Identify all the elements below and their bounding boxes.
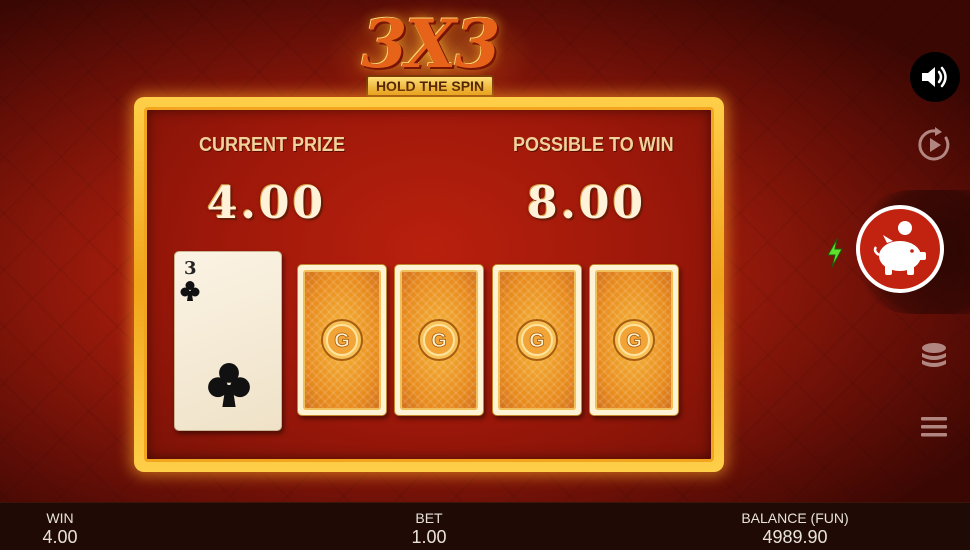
revealed-card: 3 <box>174 251 282 431</box>
balance-label: BALANCE (FUN) <box>741 510 849 526</box>
game-logo: 3X3 HOLD THE SPIN <box>325 0 535 110</box>
menu-button[interactable] <box>917 410 951 444</box>
g-emblem-icon: G <box>321 319 363 361</box>
g-emblem-letter: G <box>529 330 545 352</box>
piggy-bank-button[interactable] <box>856 205 944 293</box>
bet-value: 1.00 <box>411 527 447 547</box>
lightning-icon <box>827 238 843 268</box>
win-label: WIN <box>46 510 74 526</box>
face-down-card[interactable]: G <box>297 264 387 416</box>
chip-stack-icon <box>922 343 946 367</box>
win-stat: WIN 4.00 <box>20 510 100 548</box>
prize-panel: CURRENT PRIZE 4.00 POSSIBLE TO WIN 8.00 … <box>144 107 714 462</box>
club-suit-large-icon <box>208 363 250 407</box>
logo-subtitle: HOLD THE SPIN <box>365 75 495 97</box>
bet-chips-button[interactable] <box>917 340 951 374</box>
balance-stat: BALANCE (FUN) 4989.90 <box>730 510 860 548</box>
bet-label: BET <box>415 510 443 526</box>
possible-to-win-label: POSSIBLE TO WIN <box>513 134 674 156</box>
current-prize-label: CURRENT PRIZE <box>199 134 346 156</box>
bottom-status-bar: WIN 4.00 BET 1.00 BALANCE (FUN) 4989.90 <box>0 502 970 550</box>
g-emblem-letter: G <box>626 330 642 352</box>
g-emblem-letter: G <box>334 330 350 352</box>
menu-icon <box>921 417 947 437</box>
g-emblem-icon: G <box>516 319 558 361</box>
face-down-card[interactable]: G <box>492 264 582 416</box>
card-back-pattern: G <box>595 270 673 410</box>
card-back-pattern: G <box>400 270 478 410</box>
card-back-pattern: G <box>303 270 381 410</box>
win-value: 4.00 <box>42 527 78 547</box>
piggy-bank-icon <box>873 221 926 275</box>
autoplay-button[interactable] <box>915 126 953 164</box>
balance-value: 4989.90 <box>762 527 828 547</box>
card-rank: 3 <box>184 258 197 279</box>
current-prize-value: 4.00 <box>207 178 327 229</box>
possible-to-win-value: 8.00 <box>527 178 647 229</box>
boost-button[interactable] <box>826 238 844 268</box>
sound-button[interactable] <box>910 52 960 102</box>
bet-stat[interactable]: BET 1.00 <box>389 510 469 548</box>
prize-frame: CURRENT PRIZE 4.00 POSSIBLE TO WIN 8.00 … <box>134 97 724 472</box>
g-emblem-letter: G <box>431 330 447 352</box>
card-back-pattern: G <box>498 270 576 410</box>
face-down-card[interactable]: G <box>589 264 679 416</box>
face-down-card[interactable]: G <box>394 264 484 416</box>
club-suit-icon <box>180 281 200 301</box>
g-emblem-icon: G <box>613 319 655 361</box>
autoplay-icon <box>918 127 950 161</box>
g-emblem-icon: G <box>418 319 460 361</box>
speaker-icon <box>922 66 947 88</box>
logo-title: 3X3 <box>361 5 500 83</box>
